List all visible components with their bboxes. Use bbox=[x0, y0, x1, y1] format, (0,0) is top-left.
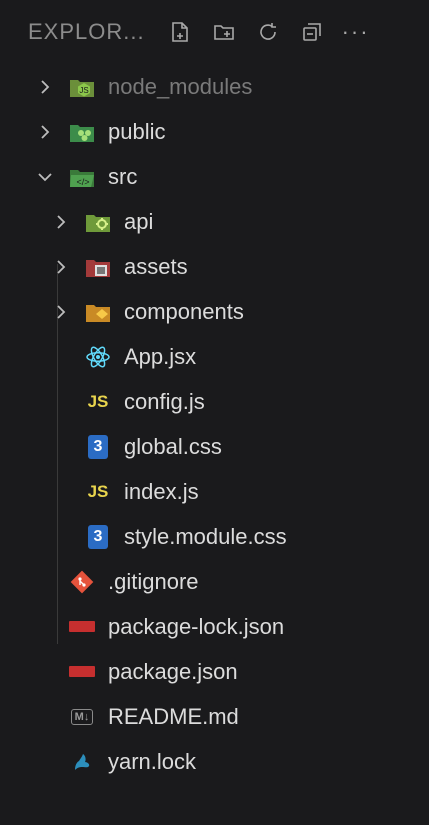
tree-item-label: App.jsx bbox=[124, 343, 197, 369]
tree-item-label: index.js bbox=[124, 478, 199, 504]
tree-item-label: package.json bbox=[108, 658, 238, 684]
new-file-icon[interactable] bbox=[167, 19, 193, 45]
tree-item-label: api bbox=[124, 208, 154, 234]
css-icon: 3 bbox=[84, 434, 112, 460]
chevron-down-icon[interactable] bbox=[34, 166, 56, 188]
css-icon: 3 bbox=[84, 524, 112, 550]
tree-item-label: yarn.lock bbox=[108, 748, 197, 774]
chevron-right-icon[interactable] bbox=[50, 256, 72, 278]
tree-item-package-json[interactable]: package.json bbox=[0, 649, 429, 694]
tree-item-yarn-lock[interactable]: yarn.lock bbox=[0, 739, 429, 784]
tree-item-label: style.module.css bbox=[124, 523, 287, 549]
tree-item-gitignore[interactable]: .gitignore bbox=[0, 559, 429, 604]
tree-item-style-module-css[interactable]: 3 style.module.css bbox=[0, 514, 429, 559]
explorer-header: EXPLOR... ··· bbox=[0, 0, 429, 64]
npm-icon bbox=[68, 614, 96, 640]
tree-item-label: node_modules bbox=[108, 73, 253, 99]
tree-item-label: public bbox=[108, 118, 166, 144]
tree-item-node-modules[interactable]: JS node_modules bbox=[0, 64, 429, 109]
new-folder-icon[interactable] bbox=[211, 19, 237, 45]
tree-item-label: README.md bbox=[108, 703, 239, 729]
src-folder-icon: </> bbox=[68, 164, 96, 190]
tree-item-label: src bbox=[108, 163, 138, 189]
tree-item-label: config.js bbox=[124, 388, 205, 414]
tree-item-components[interactable]: components bbox=[0, 289, 429, 334]
chevron-right-icon[interactable] bbox=[34, 76, 56, 98]
tree-item-label: package-lock.json bbox=[108, 613, 285, 639]
tree-item-label: assets bbox=[124, 253, 188, 279]
explorer-actions: ··· bbox=[167, 19, 369, 45]
assets-folder-icon bbox=[84, 254, 112, 280]
node-folder-icon: JS bbox=[68, 74, 96, 100]
tree-item-global-css[interactable]: 3 global.css bbox=[0, 424, 429, 469]
javascript-icon: JS bbox=[87, 481, 109, 501]
chevron-right-icon[interactable] bbox=[34, 121, 56, 143]
javascript-icon: JS bbox=[87, 391, 109, 411]
more-actions-icon[interactable]: ··· bbox=[342, 19, 369, 45]
explorer-title: EXPLOR... bbox=[28, 19, 145, 44]
chevron-right-icon[interactable] bbox=[50, 211, 72, 233]
react-icon bbox=[84, 344, 112, 370]
tree-item-index-js[interactable]: JS index.js bbox=[0, 469, 429, 514]
tree-item-api[interactable]: api bbox=[0, 199, 429, 244]
file-tree: JS node_modules public </> src api asset… bbox=[0, 64, 429, 784]
tree-item-label: components bbox=[124, 298, 244, 324]
components-folder-icon bbox=[84, 299, 112, 325]
npm-icon bbox=[68, 659, 96, 685]
tree-item-src[interactable]: </> src bbox=[0, 154, 429, 199]
yarn-icon bbox=[68, 749, 96, 775]
tree-item-assets[interactable]: assets bbox=[0, 244, 429, 289]
markdown-icon: M↓ bbox=[68, 704, 96, 730]
git-icon bbox=[68, 569, 96, 595]
collapse-all-icon[interactable] bbox=[299, 19, 325, 45]
tree-item-readme-md[interactable]: M↓ README.md bbox=[0, 694, 429, 739]
tree-item-public[interactable]: public bbox=[0, 109, 429, 154]
refresh-icon[interactable] bbox=[255, 19, 281, 45]
tree-item-package-lock-json[interactable]: package-lock.json bbox=[0, 604, 429, 649]
svg-text:</>: </> bbox=[76, 177, 89, 187]
tree-item-config-js[interactable]: JS config.js bbox=[0, 379, 429, 424]
chevron-right-icon[interactable] bbox=[50, 301, 72, 323]
tree-item-label: .gitignore bbox=[108, 568, 199, 594]
tree-item-app-jsx[interactable]: App.jsx bbox=[0, 334, 429, 379]
svg-text:JS: JS bbox=[79, 86, 88, 95]
tree-item-label: global.css bbox=[124, 433, 222, 459]
api-folder-icon bbox=[84, 209, 112, 235]
public-folder-icon bbox=[68, 119, 96, 145]
